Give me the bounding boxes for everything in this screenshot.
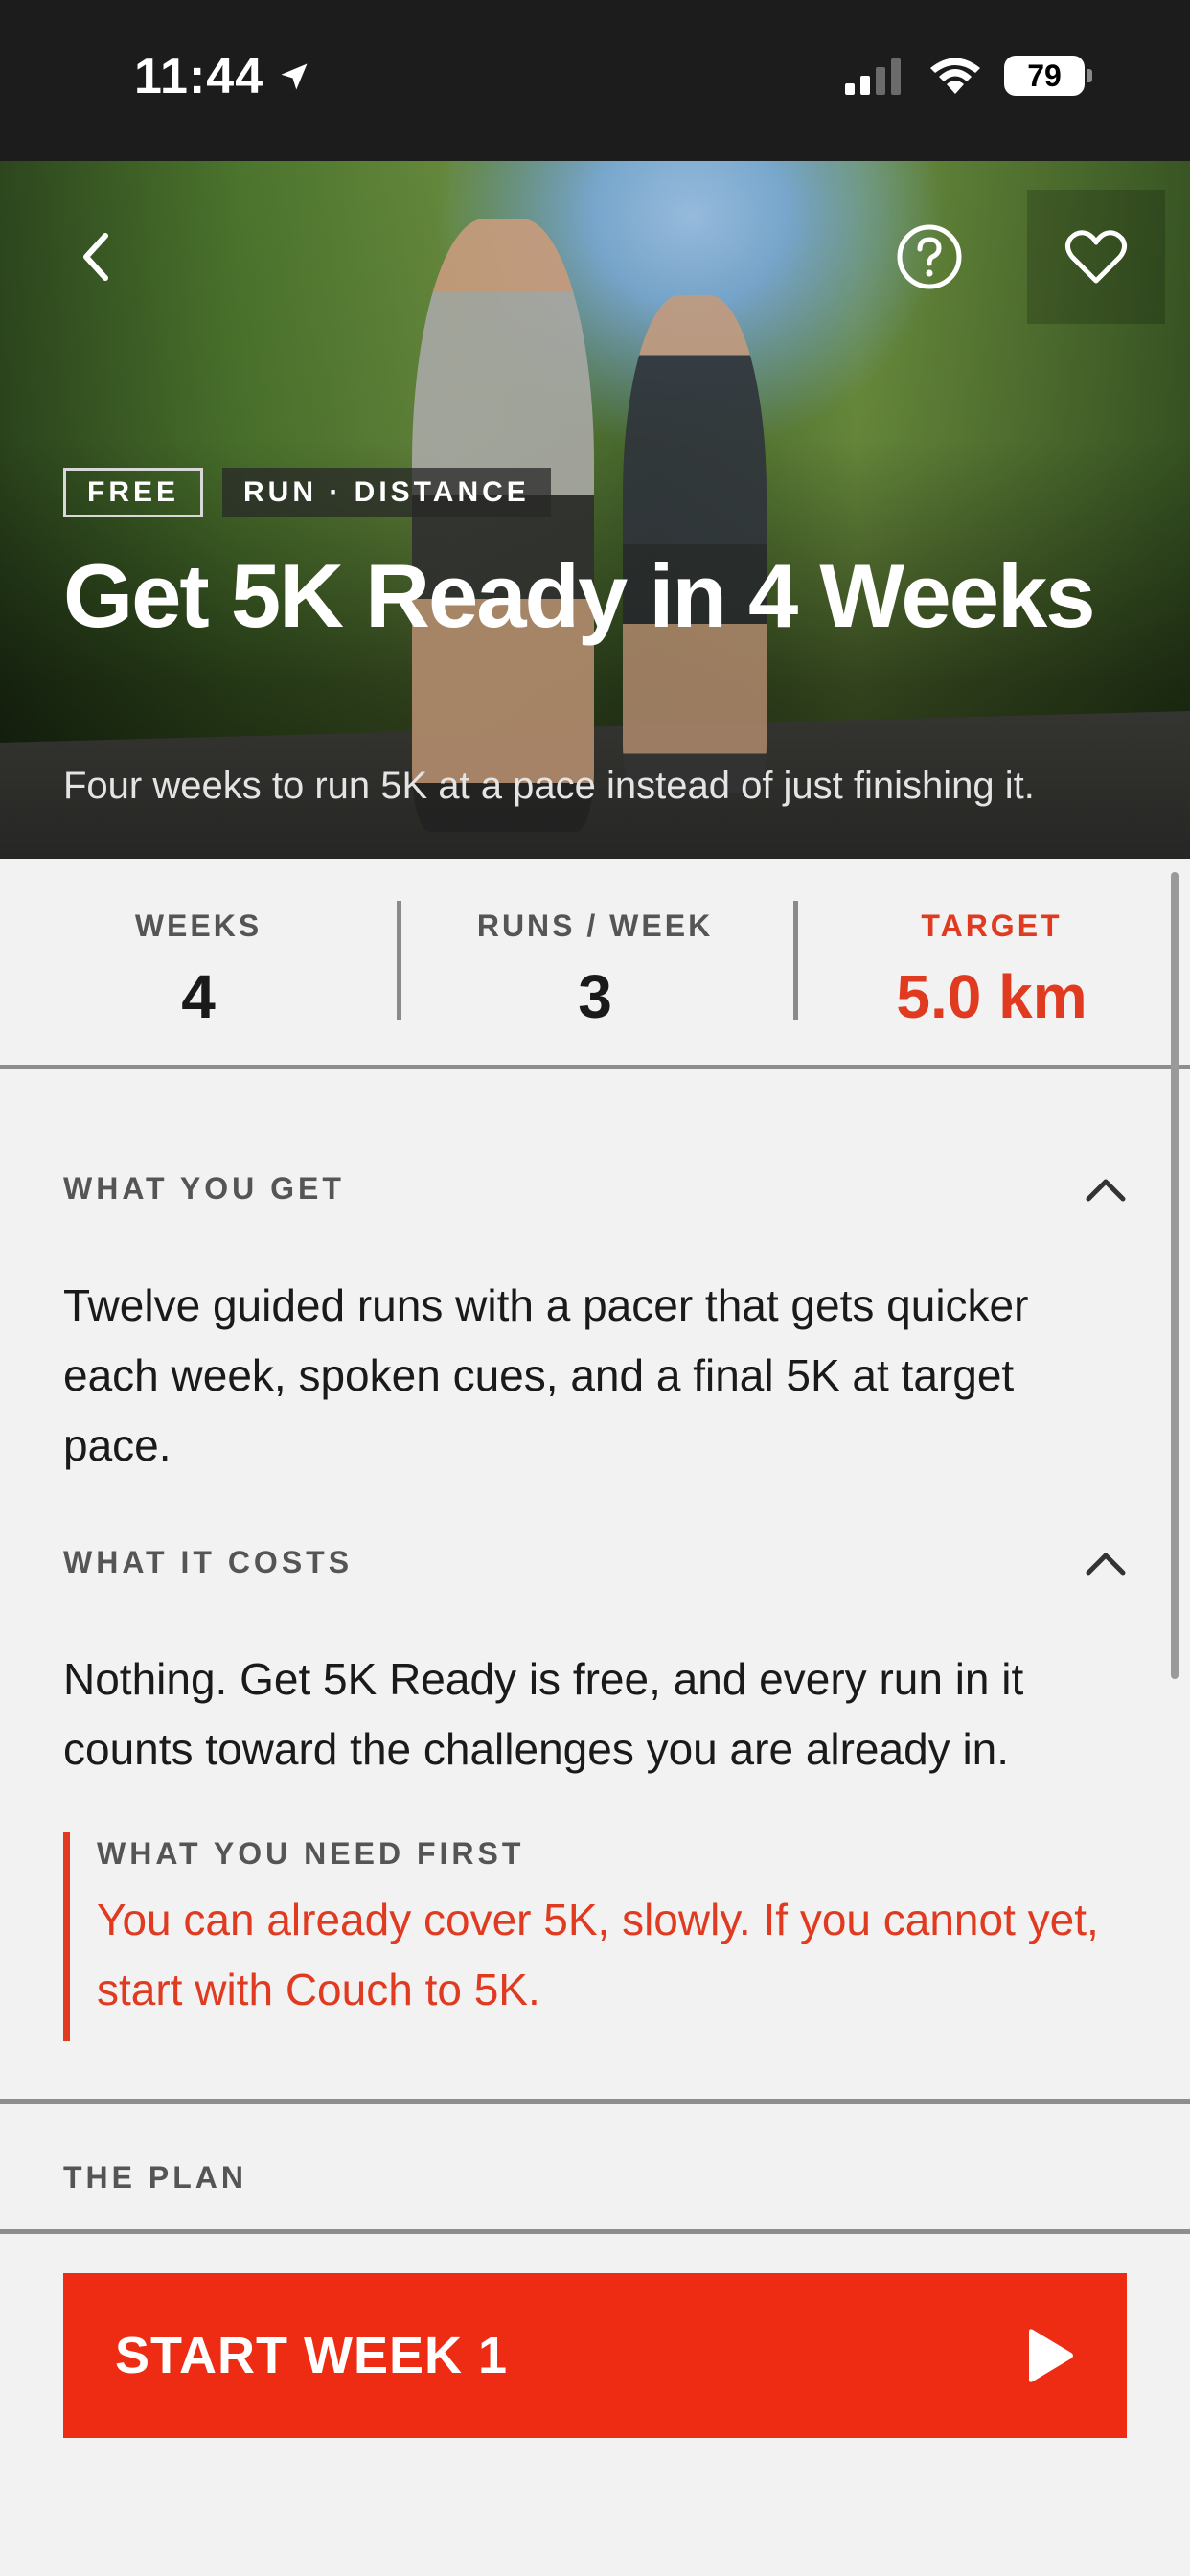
start-week-label: START WEEK 1 xyxy=(115,2327,509,2384)
tag-category: RUN · DISTANCE xyxy=(222,468,551,518)
section-what-you-get-header[interactable]: WHAT YOU GET xyxy=(63,1171,1127,1207)
stat-label: TARGET xyxy=(921,908,1063,943)
hero-banner: FREE RUN · DISTANCE Get 5K Ready in 4 We… xyxy=(0,161,1190,859)
wifi-icon xyxy=(930,58,980,94)
favorite-button[interactable] xyxy=(1027,190,1165,324)
hero-photo-runner xyxy=(412,218,594,832)
back-button[interactable] xyxy=(57,218,134,295)
section-what-it-costs-header[interactable]: WHAT IT COSTS xyxy=(63,1545,1127,1580)
start-week-button[interactable]: START WEEK 1 xyxy=(63,2273,1127,2438)
section-the-plan-label: THE PLAN xyxy=(63,2160,247,2195)
status-time: 11:44 xyxy=(134,48,311,105)
status-bar: 11:44 79 xyxy=(0,0,1190,161)
stat-weeks: WEEKS 4 xyxy=(0,891,397,1032)
section-label: WHAT IT COSTS xyxy=(63,1545,354,1579)
signal-icon xyxy=(845,58,901,95)
page-title: Get 5K Ready in 4 Weeks xyxy=(63,545,1096,646)
stat-target: TARGET 5.0 km xyxy=(793,891,1190,1032)
divider xyxy=(0,2229,1190,2234)
play-icon xyxy=(1029,2329,1073,2382)
battery-indicator: 79 xyxy=(1004,56,1092,96)
page-subtitle: Four weeks to run 5K at a pace instead o… xyxy=(63,765,1035,807)
hero-photo-road xyxy=(0,711,1190,859)
back-arrow-icon xyxy=(83,233,108,281)
heart-icon xyxy=(1064,230,1128,284)
plan-stats: WEEKS 4 RUNS / WEEK 3 TARGET 5.0 km xyxy=(0,859,1190,1070)
stat-label: RUNS / WEEK xyxy=(476,908,714,943)
stat-value: 5.0 km xyxy=(896,962,1087,1031)
tag-list: FREE RUN · DISTANCE xyxy=(63,468,551,518)
section-label: WHAT YOU GET xyxy=(63,1171,345,1206)
stat-label: WEEKS xyxy=(134,908,263,943)
battery-level: 79 xyxy=(1027,58,1062,93)
chevron-up-icon[interactable] xyxy=(1085,1550,1127,1576)
status-time-text: 11:44 xyxy=(134,49,264,104)
help-button[interactable] xyxy=(891,218,968,295)
help-icon xyxy=(897,224,962,289)
location-arrow-icon xyxy=(281,63,308,90)
section-what-it-costs-body: Nothing. Get 5K Ready is free, and every… xyxy=(63,1654,1024,1774)
stat-value: 4 xyxy=(181,962,216,1031)
chevron-up-icon[interactable] xyxy=(1085,1176,1127,1203)
scrollbar[interactable] xyxy=(1171,872,1179,1679)
section-what-you-get-body: Twelve guided runs with a pacer that get… xyxy=(63,1280,1029,1470)
stat-value: 3 xyxy=(578,962,612,1031)
callout-label: WHAT YOU NEED FIRST xyxy=(97,1836,525,1871)
callout-text: You can already cover 5K, slowly. If you… xyxy=(97,1895,1099,2014)
divider xyxy=(0,2099,1190,2104)
stat-runs-per-week: RUNS / WEEK 3 xyxy=(397,891,793,1032)
status-indicators: 79 xyxy=(843,56,1092,96)
prerequisite-callout: WHAT YOU NEED FIRST You can already cove… xyxy=(63,1832,1127,2041)
tag-free: FREE xyxy=(63,468,204,518)
